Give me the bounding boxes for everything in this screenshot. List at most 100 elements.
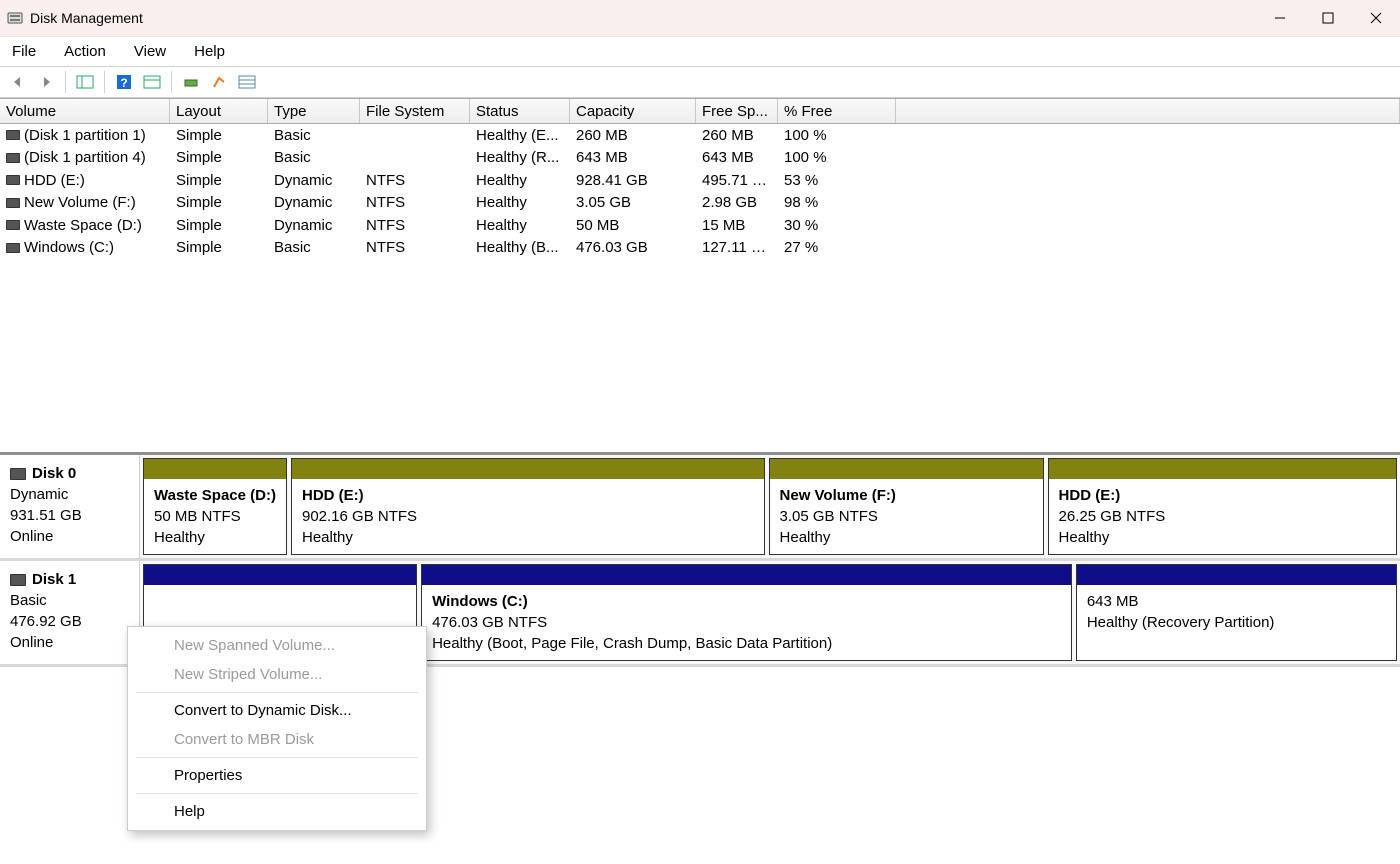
- volume-capacity: 50 MB: [570, 217, 696, 234]
- menu-file[interactable]: File: [8, 41, 40, 62]
- volume-row[interactable]: Waste Space (D:)SimpleDynamicNTFSHealthy…: [0, 214, 1400, 237]
- col-fs[interactable]: File System: [360, 99, 470, 123]
- volume-list-header: Volume Layout Type File System Status Ca…: [0, 98, 1400, 124]
- partition[interactable]: HDD (E:)902.16 GB NTFSHealthy: [291, 458, 765, 555]
- partition-header-bar: [144, 459, 286, 479]
- volume-pfree: 53 %: [778, 172, 896, 189]
- menu-view[interactable]: View: [130, 41, 170, 62]
- disk-state: Online: [10, 632, 129, 653]
- ctx-convert-dynamic[interactable]: Convert to Dynamic Disk...: [128, 696, 426, 725]
- col-pfree[interactable]: % Free: [778, 99, 896, 123]
- volume-status: Healthy: [470, 194, 570, 211]
- volume-free: 643 MB: [696, 149, 778, 166]
- volume-row[interactable]: (Disk 1 partition 1)SimpleBasicHealthy (…: [0, 124, 1400, 147]
- volume-capacity: 476.03 GB: [570, 239, 696, 256]
- partition[interactable]: 643 MBHealthy (Recovery Partition): [1076, 564, 1397, 661]
- partition-header-bar: [1077, 565, 1396, 585]
- volume-fs: NTFS: [360, 239, 470, 256]
- volume-free: 15 MB: [696, 217, 778, 234]
- disk-size: 931.51 GB: [10, 505, 129, 526]
- col-status[interactable]: Status: [470, 99, 570, 123]
- partition[interactable]: Windows (C:)476.03 GB NTFSHealthy (Boot,…: [421, 564, 1072, 661]
- toolbar: ?: [0, 66, 1400, 98]
- volume-name: Waste Space (D:): [24, 217, 142, 234]
- volume-type: Dynamic: [268, 194, 360, 211]
- volume-pfree: 100 %: [778, 127, 896, 144]
- partition-header-bar: [292, 459, 764, 479]
- volume-pfree: 30 %: [778, 217, 896, 234]
- disk-icon: [10, 574, 26, 586]
- refresh-button[interactable]: [140, 70, 164, 94]
- volume-free: 2.98 GB: [696, 194, 778, 211]
- disk-label[interactable]: Disk 0Dynamic931.51 GBOnline: [0, 455, 140, 558]
- close-button[interactable]: [1352, 0, 1400, 36]
- partition[interactable]: New Volume (F:)3.05 GB NTFSHealthy: [769, 458, 1044, 555]
- partition-status: Healthy: [1059, 527, 1386, 548]
- partition-title: HDD (E:): [302, 485, 754, 506]
- partition-title: New Volume (F:): [780, 485, 1033, 506]
- partition-header-bar: [422, 565, 1071, 585]
- partition-size: 643 MB: [1087, 591, 1386, 612]
- disk-icon: [10, 468, 26, 480]
- list-view-button[interactable]: [235, 70, 259, 94]
- settings-button[interactable]: [207, 70, 231, 94]
- col-capacity[interactable]: Capacity: [570, 99, 696, 123]
- col-layout[interactable]: Layout: [170, 99, 268, 123]
- volume-layout: Simple: [170, 149, 268, 166]
- forward-button[interactable]: [34, 70, 58, 94]
- partition-size: 50 MB NTFS: [154, 506, 276, 527]
- volume-row[interactable]: Windows (C:)SimpleBasicNTFSHealthy (B...…: [0, 237, 1400, 260]
- volume-row[interactable]: (Disk 1 partition 4)SimpleBasicHealthy (…: [0, 147, 1400, 170]
- volume-fs: NTFS: [360, 217, 470, 234]
- volume-row[interactable]: HDD (E:)SimpleDynamicNTFSHealthy928.41 G…: [0, 169, 1400, 192]
- volume-icon: [6, 243, 20, 253]
- disk-context-menu: New Spanned Volume... New Striped Volume…: [127, 626, 427, 831]
- menu-help[interactable]: Help: [190, 41, 229, 62]
- partition-title: HDD (E:): [1059, 485, 1386, 506]
- volume-icon: [6, 198, 20, 208]
- volume-free: 495.71 GB: [696, 172, 778, 189]
- help-button[interactable]: ?: [112, 70, 136, 94]
- volume-name: (Disk 1 partition 1): [24, 127, 146, 144]
- volume-status: Healthy (B...: [470, 239, 570, 256]
- back-button[interactable]: [6, 70, 30, 94]
- volume-pfree: 100 %: [778, 149, 896, 166]
- disk-type: Dynamic: [10, 484, 129, 505]
- volume-layout: Simple: [170, 194, 268, 211]
- volume-name: (Disk 1 partition 4): [24, 149, 146, 166]
- app-icon: [6, 9, 24, 27]
- partition-status: Healthy (Recovery Partition): [1087, 612, 1386, 633]
- volume-fs: NTFS: [360, 194, 470, 211]
- volume-name: Windows (C:): [24, 239, 114, 256]
- volume-pfree: 27 %: [778, 239, 896, 256]
- col-type[interactable]: Type: [268, 99, 360, 123]
- volume-type: Basic: [268, 149, 360, 166]
- partition[interactable]: Waste Space (D:)50 MB NTFSHealthy: [143, 458, 287, 555]
- ctx-help[interactable]: Help: [128, 797, 426, 826]
- partition-size: 476.03 GB NTFS: [432, 612, 1061, 633]
- ctx-convert-mbr: Convert to MBR Disk: [128, 725, 426, 754]
- disk-size: 476.92 GB: [10, 611, 129, 632]
- maximize-button[interactable]: [1304, 0, 1352, 36]
- col-free[interactable]: Free Sp...: [696, 99, 778, 123]
- partition[interactable]: HDD (E:)26.25 GB NTFSHealthy: [1048, 458, 1397, 555]
- volume-capacity: 643 MB: [570, 149, 696, 166]
- volume-name: HDD (E:): [24, 172, 85, 189]
- titlebar: Disk Management: [0, 0, 1400, 36]
- volume-type: Dynamic: [268, 172, 360, 189]
- disk-label[interactable]: Disk 1Basic476.92 GBOnline: [0, 561, 140, 664]
- show-hide-tree-button[interactable]: [73, 70, 97, 94]
- ctx-new-striped: New Striped Volume...: [128, 660, 426, 689]
- partition-header-bar: [144, 565, 416, 585]
- menu-action[interactable]: Action: [60, 41, 110, 62]
- volume-fs: NTFS: [360, 172, 470, 189]
- ctx-properties[interactable]: Properties: [128, 761, 426, 790]
- minimize-button[interactable]: [1256, 0, 1304, 36]
- volume-row[interactable]: New Volume (F:)SimpleDynamicNTFSHealthy3…: [0, 192, 1400, 215]
- col-volume[interactable]: Volume: [0, 99, 170, 123]
- rescan-button[interactable]: [179, 70, 203, 94]
- disk-type: Basic: [10, 590, 129, 611]
- partition-size: 902.16 GB NTFS: [302, 506, 754, 527]
- svg-text:?: ?: [120, 76, 127, 90]
- disk-row: Disk 0Dynamic931.51 GBOnlineWaste Space …: [0, 455, 1400, 561]
